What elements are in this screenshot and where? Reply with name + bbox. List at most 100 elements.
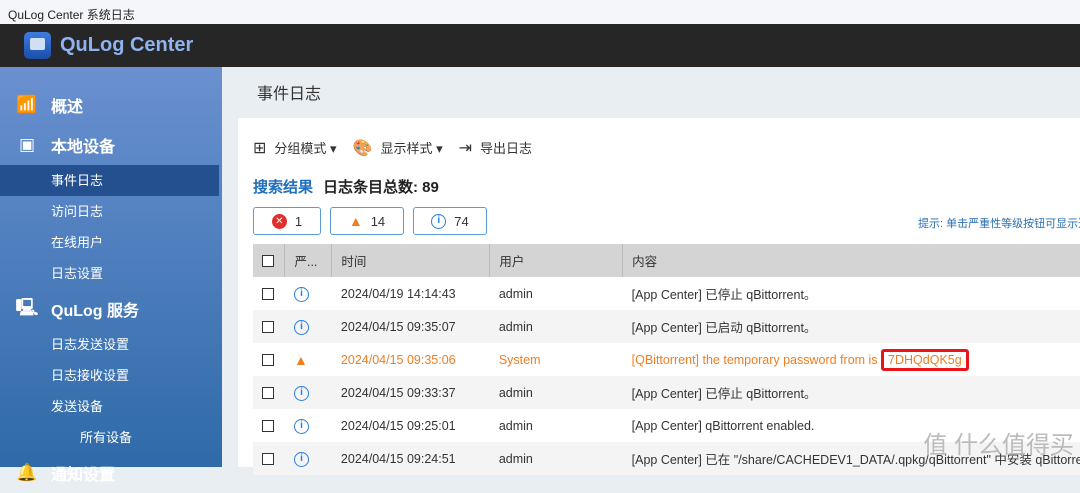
content-text: [QBittorrent] the temporary password fro… bbox=[631, 352, 878, 367]
info-icon: i bbox=[293, 386, 309, 401]
page-title: 事件日志 bbox=[257, 86, 322, 103]
select-all-checkbox[interactable] bbox=[262, 255, 274, 268]
label: 74 bbox=[454, 213, 469, 229]
content-text: [App Center] qBittorrent enabled. bbox=[631, 418, 815, 433]
filter-warning-button[interactable]: ▲ 14 bbox=[330, 207, 404, 235]
severity-cell: i bbox=[285, 409, 332, 442]
content-cell: [App Center] 已停止 qBittorrent。 bbox=[622, 376, 1080, 409]
content-cell: [App Center] 已启动 qBittorrent。 bbox=[622, 310, 1080, 343]
sidebar-item-access-log[interactable]: 访问日志 bbox=[0, 196, 222, 227]
time-cell: 2024/04/15 09:33:37 bbox=[331, 376, 490, 409]
sidebar-item-log-receive[interactable]: 日志接收设置 bbox=[0, 360, 222, 391]
column-severity[interactable]: 严... bbox=[284, 244, 332, 277]
content-text: [App Center] 已启动 qBittorrent。 bbox=[631, 321, 817, 335]
sidebar-label: QuLog 服务 bbox=[51, 303, 139, 320]
password-highlight: 7DHQdQK5g bbox=[881, 348, 969, 371]
table-row[interactable]: i 2024/04/19 14:14:43 admin [App Center]… bbox=[253, 277, 1080, 310]
user-cell: admin bbox=[498, 418, 533, 433]
app-title: QuLog Center bbox=[60, 34, 194, 56]
search-results-label: 搜索结果 bbox=[253, 179, 314, 196]
row-select[interactable] bbox=[253, 277, 285, 310]
row-checkbox[interactable] bbox=[262, 321, 274, 334]
user-cell: admin bbox=[489, 310, 623, 343]
log-panel: ⊞ 分组模式 ▾ 🎨 显示样式 ▾ ⇥ 导出日志 搜索结果 日志条目总数: 89 ✕ 1 … bbox=[238, 118, 1080, 475]
sidebar-item-log-send[interactable]: 日志发送设置 bbox=[0, 329, 222, 360]
time-cell: 2024/04/19 14:14:43 bbox=[340, 286, 456, 301]
severity-cell: i bbox=[285, 277, 332, 310]
filter-error-button[interactable]: ✕ 1 bbox=[253, 207, 321, 235]
sidebar-notify[interactable]: 🔔 通知设置 bbox=[0, 453, 222, 493]
time-cell: 2024/04/15 09:35:06 bbox=[340, 352, 456, 367]
time-cell: 2024/04/15 09:24:51 bbox=[331, 442, 490, 475]
row-select[interactable] bbox=[253, 442, 285, 475]
label: 显示样式 bbox=[380, 141, 433, 156]
user-cell: admin bbox=[489, 442, 623, 475]
content-cell: [QBittorrent] the temporary password fro… bbox=[623, 343, 1080, 376]
user-cell: admin bbox=[489, 376, 623, 409]
row-select[interactable] bbox=[253, 310, 285, 343]
info-icon: i bbox=[293, 419, 309, 434]
sidebar-item-send-devices[interactable]: 发送设备 bbox=[0, 391, 222, 422]
chart-icon: 📶 bbox=[16, 95, 38, 114]
row-checkbox[interactable] bbox=[262, 453, 274, 466]
content-text: [App Center] 已停止 qBittorrent。 bbox=[631, 288, 817, 302]
error-icon: ✕ bbox=[271, 213, 287, 229]
row-checkbox[interactable] bbox=[262, 288, 274, 301]
severity-cell: i bbox=[284, 376, 332, 409]
column-time[interactable]: 时间 bbox=[331, 244, 490, 277]
display-style-button[interactable]: 🎨 显示样式 ▾ bbox=[353, 138, 443, 158]
row-checkbox[interactable] bbox=[262, 420, 274, 433]
row-checkbox[interactable] bbox=[262, 387, 274, 400]
severity-cell: i bbox=[284, 442, 332, 475]
user-cell: admin bbox=[498, 286, 533, 301]
label: 14 bbox=[370, 213, 386, 229]
row-select[interactable] bbox=[253, 376, 285, 409]
sidebar-label: 通知设置 bbox=[51, 467, 116, 484]
sidebar-label: 概述 bbox=[51, 99, 84, 116]
warning-icon: ▲ bbox=[293, 351, 308, 368]
table-row[interactable]: ▲ 2024/04/15 09:35:06 System [QBittorren… bbox=[253, 343, 1080, 376]
info-icon: i bbox=[293, 320, 309, 335]
content-text: [App Center] 已停止 qBittorrent。 bbox=[631, 387, 817, 401]
sidebar-local-device[interactable]: ▣ 本地设备 bbox=[0, 125, 222, 165]
severity-cell: i bbox=[284, 310, 332, 343]
window-title: QuLog Center 系统日志 bbox=[0, 0, 1080, 24]
sidebar-overview[interactable]: 📶 概述 bbox=[0, 85, 222, 125]
column-content[interactable]: 内容 bbox=[622, 244, 1080, 277]
devices-icon: 🖳 bbox=[15, 297, 39, 317]
row-select[interactable] bbox=[253, 343, 285, 376]
row-checkbox[interactable] bbox=[262, 354, 274, 367]
info-icon: i bbox=[431, 213, 447, 229]
sidebar-qulog-service[interactable]: 🖳 QuLog 服务 bbox=[0, 289, 222, 329]
content-cell: [App Center] 已停止 qBittorrent。 bbox=[623, 277, 1080, 310]
app-header: QuLog Center bbox=[0, 24, 1080, 67]
sidebar: 📶 概述 ▣ 本地设备 事件日志 访问日志 在线用户 日志设置 🖳 QuLog 服务 … bbox=[0, 67, 222, 484]
sidebar-item-log-settings[interactable]: 日志设置 bbox=[0, 258, 222, 289]
table-row[interactable]: i 2024/04/15 09:33:37 admin [App Center]… bbox=[253, 376, 1080, 409]
column-user[interactable]: 用户 bbox=[489, 244, 623, 277]
group-mode-button[interactable]: ⊞ 分组模式 ▾ bbox=[253, 138, 337, 158]
filter-info-button[interactable]: i 74 bbox=[413, 207, 487, 235]
severity-cell: ▲ bbox=[285, 343, 332, 376]
app-logo-icon bbox=[24, 32, 51, 59]
total-count: 日志条目总数: 89 bbox=[323, 179, 439, 196]
watermark: 值 什么值得买 bbox=[923, 432, 1074, 459]
export-icon: ⇥ bbox=[458, 140, 473, 157]
info-icon: i bbox=[293, 287, 309, 302]
label: 分组模式 bbox=[274, 141, 327, 156]
monitor-icon: ▣ bbox=[18, 135, 36, 154]
palette-icon: 🎨 bbox=[352, 140, 373, 157]
info-icon: i bbox=[293, 452, 309, 467]
select-all-header[interactable] bbox=[253, 244, 285, 277]
sidebar-label: 本地设备 bbox=[51, 139, 116, 156]
table-row[interactable]: i 2024/04/15 09:35:07 admin [App Center]… bbox=[253, 310, 1080, 343]
time-cell: 2024/04/15 09:25:01 bbox=[340, 418, 456, 433]
row-select[interactable] bbox=[253, 409, 285, 442]
grid-icon: ⊞ bbox=[253, 140, 267, 157]
sidebar-item-all-devices[interactable]: 所有设备 bbox=[0, 422, 222, 453]
export-log-button[interactable]: ⇥ 导出日志 bbox=[459, 138, 532, 158]
label: 1 bbox=[294, 213, 303, 229]
sidebar-item-online-users[interactable]: 在线用户 bbox=[0, 227, 222, 258]
label: 导出日志 bbox=[480, 141, 533, 156]
sidebar-item-event-log[interactable]: 事件日志 bbox=[0, 165, 219, 196]
